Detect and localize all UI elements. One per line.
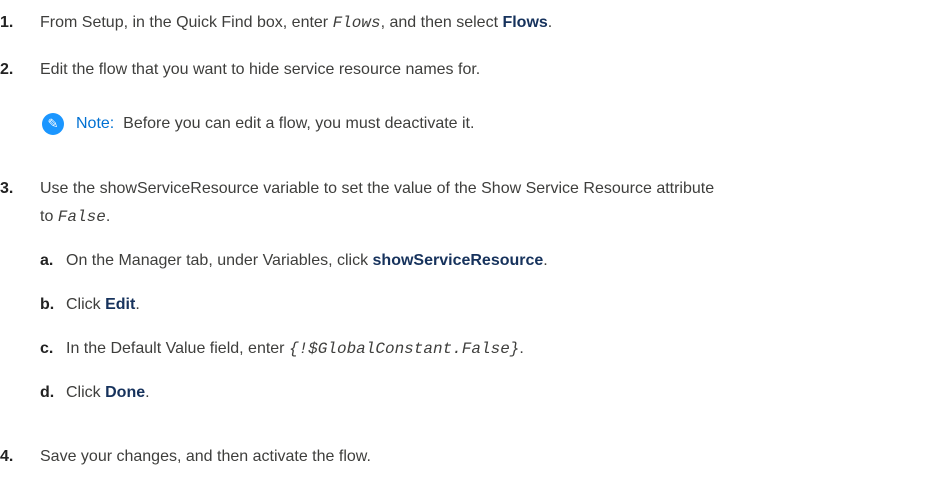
step-number: 4. <box>0 448 14 465</box>
edit-icon: ✎ <box>42 113 64 135</box>
step-1: 1. From Setup, in the Quick Find box, ent… <box>0 14 553 32</box>
code-text: Flows <box>332 14 381 32</box>
step-3: 3. Use the showServiceResource variable t… <box>0 178 714 200</box>
substep-letter: d. <box>40 384 55 401</box>
instructions-document: 1. From Setup, in the Quick Find box, ent… <box>0 0 951 489</box>
step-3-continuation: to False. <box>40 208 111 226</box>
substep-a: a. On the Manager tab, under Variables, c… <box>0 250 548 272</box>
substep-d: d. Click Done. <box>0 382 150 404</box>
note-label: Note: <box>76 115 115 132</box>
bold-term: showServiceResource <box>372 252 544 269</box>
step-number: 2. <box>0 61 14 78</box>
step-number: 3. <box>0 180 14 197</box>
code-text: False <box>57 208 106 226</box>
note-text: Before you can edit a flow, you must dea… <box>123 115 475 132</box>
step-4: 4. Save your changes, and then activate t… <box>0 446 371 468</box>
bold-term: Flows <box>502 14 548 31</box>
substep-letter: a. <box>40 252 54 269</box>
bold-term: Done <box>105 384 146 401</box>
step-2: 2. Edit the flow that you want to hide se… <box>0 59 480 81</box>
substep-c: c. In the Default Value field, enter {!$G… <box>40 340 524 358</box>
step-number: 1. <box>0 14 14 31</box>
substep-letter: b. <box>40 296 55 313</box>
note: ✎ Note: Before you can edit a flow, you … <box>0 113 474 135</box>
code-text: {!$GlobalConstant.False} <box>288 340 520 358</box>
substep-b: b. Click Edit. <box>0 294 140 316</box>
bold-term: Edit <box>105 296 136 313</box>
substep-letter: c. <box>40 340 54 357</box>
